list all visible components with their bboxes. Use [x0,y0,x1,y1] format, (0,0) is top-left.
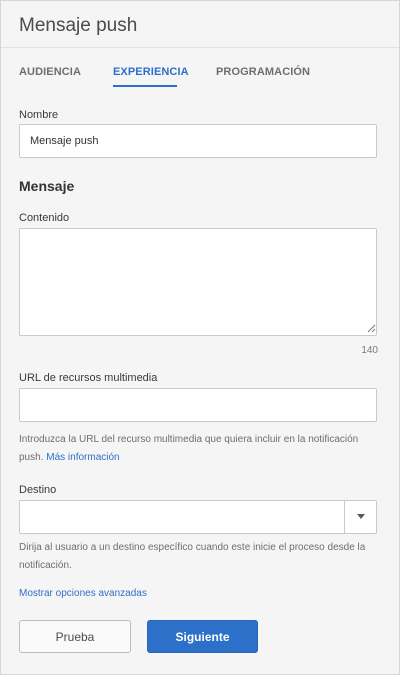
tab-bar: AUDIENCIA EXPERIENCIA PROGRAMACIÓN [1,48,399,88]
destination-select[interactable] [19,500,377,534]
next-button[interactable]: Siguiente [147,620,258,653]
chevron-down-icon[interactable] [357,514,365,519]
tab-programacion[interactable]: PROGRAMACIÓN [216,66,310,78]
active-tab-indicator [113,85,177,87]
more-info-link[interactable]: Más información [46,452,119,463]
message-heading: Mensaje [19,178,75,194]
content-textarea[interactable] [19,228,377,336]
character-counter: 140 [361,345,378,356]
destination-help: Dirija al usuario a un destino específic… [19,542,366,571]
name-label: Nombre [19,109,59,121]
show-advanced-options-link[interactable]: Mostrar opciones avanzadas [19,588,147,599]
panel-title: Mensaje push [19,15,138,36]
media-url-help: Introduzca la URL del recurso multimedia… [19,431,379,467]
destination-label: Destino [19,484,57,496]
test-button[interactable]: Prueba [19,620,131,653]
media-url-input[interactable] [19,388,377,422]
tab-audiencia[interactable]: AUDIENCIA [19,66,81,78]
tab-experiencia[interactable]: EXPERIENCIA [113,66,189,78]
name-input[interactable] [19,124,377,158]
content-label: Contenido [19,212,70,224]
resize-handle-icon[interactable] [367,324,376,333]
select-divider [344,501,345,533]
media-url-label: URL de recursos multimedia [19,372,158,384]
push-message-panel: Mensaje push AUDIENCIA EXPERIENCIA PROGR… [0,0,400,675]
